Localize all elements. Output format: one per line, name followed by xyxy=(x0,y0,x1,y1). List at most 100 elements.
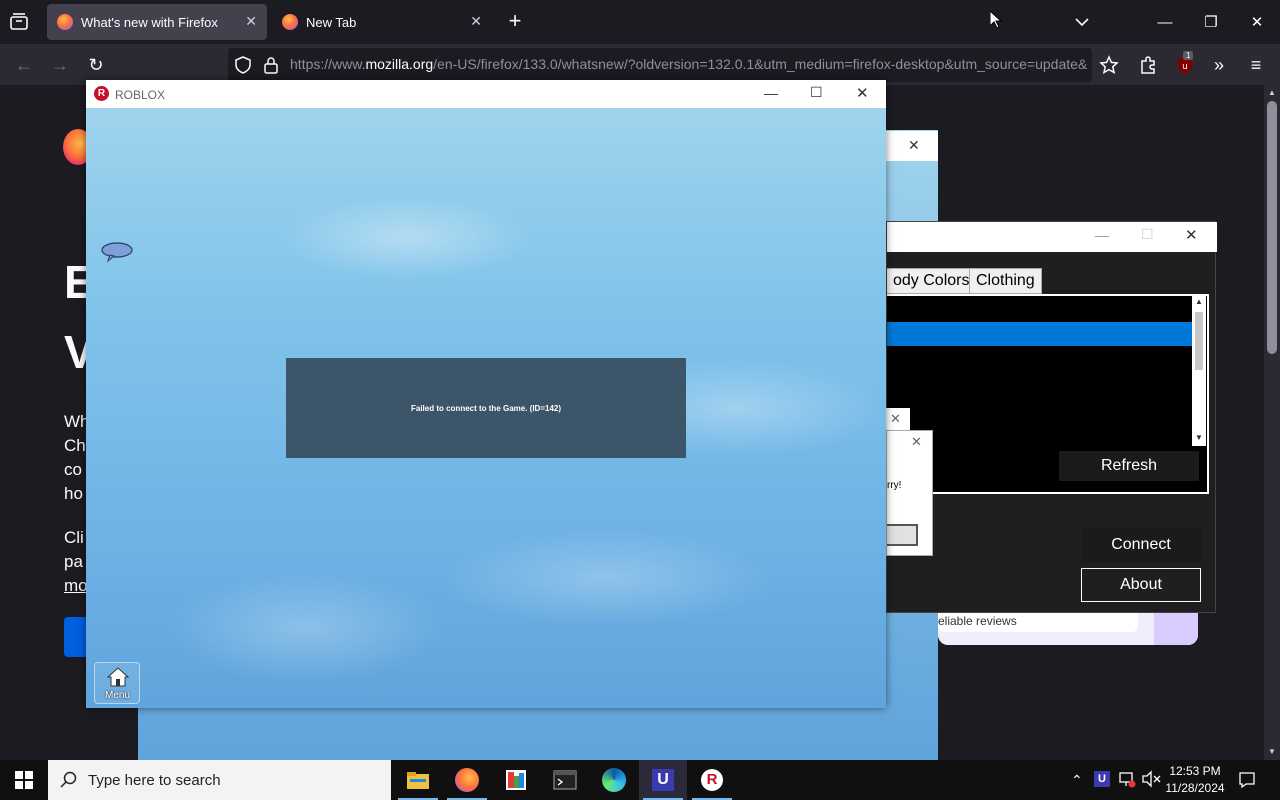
roblox-taskbar-icon[interactable]: R xyxy=(688,760,736,800)
tab-title: What's new with Firefox xyxy=(81,14,218,30)
svg-text:u: u xyxy=(1182,62,1188,72)
minimize-button[interactable]: — xyxy=(1095,227,1109,243)
mouse-cursor-icon xyxy=(989,9,1003,34)
close-tab-icon[interactable]: ✕ xyxy=(470,13,482,30)
list-scrollbar[interactable]: ▲ ▼ xyxy=(1192,296,1206,446)
back-button[interactable]: ← xyxy=(9,50,39,80)
url-path: /en-US/firefox/133.0/whatsnew/?oldversio… xyxy=(433,56,1088,72)
addon-badge: 1 xyxy=(1183,51,1194,60)
about-button[interactable]: About xyxy=(1081,568,1201,602)
show-hidden-icons-icon[interactable]: ⌃ xyxy=(1071,772,1083,789)
tab-whats-new[interactable]: What's new with Firefox ✕ xyxy=(47,4,267,40)
error-message-text: Failed to connect to the Game. (ID=142) xyxy=(410,403,562,413)
window-titlebar: — ☐ ✕ xyxy=(887,222,1217,252)
item-listbox[interactable]: ▲ ▼ Refresh xyxy=(887,294,1209,494)
tray-app-icon[interactable]: U xyxy=(1094,771,1110,787)
restore-button[interactable]: ❐ xyxy=(1188,10,1234,34)
minimize-button[interactable]: — xyxy=(764,85,778,101)
close-button[interactable]: ✕ xyxy=(1185,226,1198,244)
app-u-icon[interactable]: U xyxy=(639,760,687,800)
decorative-purple-shape xyxy=(1154,612,1198,645)
terminal-icon[interactable] xyxy=(541,760,589,800)
connect-button[interactable]: Connect xyxy=(1081,528,1201,562)
firefox-favicon-icon xyxy=(57,14,73,30)
tab-title: New Tab xyxy=(306,14,357,30)
scroll-up-arrow-icon[interactable]: ▲ xyxy=(1195,297,1203,306)
game-viewport[interactable]: Failed to connect to the Game. (ID=142) … xyxy=(86,108,886,708)
file-explorer-icon[interactable] xyxy=(394,760,442,800)
minimize-button[interactable]: — xyxy=(1142,10,1188,34)
scrollbar-thumb[interactable] xyxy=(1267,101,1277,354)
navigation-toolbar: ← → ↻ https://www.mozilla.org/en-US/fire… xyxy=(0,44,1280,85)
message-dialog: ✕ rry! xyxy=(886,430,933,556)
chevron-down-icon[interactable] xyxy=(1070,10,1094,34)
hamburger-menu-icon[interactable]: ≡ xyxy=(1241,50,1271,80)
photos-app-icon[interactable] xyxy=(492,760,540,800)
list-scroll-thumb[interactable] xyxy=(1195,312,1203,370)
error-message-box: Failed to connect to the Game. (ID=142) xyxy=(286,358,686,458)
notifications-icon[interactable] xyxy=(1238,771,1256,794)
start-button[interactable] xyxy=(0,760,48,800)
forward-button[interactable]: → xyxy=(45,50,75,80)
close-tab-icon[interactable]: ✕ xyxy=(245,13,257,30)
close-icon[interactable]: ✕ xyxy=(890,411,901,427)
menu-button[interactable]: Menu xyxy=(94,662,140,704)
window-title: ROBLOX xyxy=(115,88,166,102)
edge-browser-icon[interactable] xyxy=(590,760,638,800)
character-app-window: — ☐ ✕ ody Colors Clothing ▲ ▼ Refresh Co… xyxy=(886,221,1217,613)
dialog-ok-button[interactable] xyxy=(887,524,918,546)
clock-time: 12:53 PM xyxy=(1169,764,1221,778)
tab-bar: What's new with Firefox ✕ New Tab ✕ + — … xyxy=(0,0,1280,44)
page-paragraph-fragment: Cli xyxy=(64,528,84,547)
overflow-chevrons-icon[interactable]: » xyxy=(1204,50,1234,80)
roblox-window: R ROBLOX — ☐ ✕ Failed to connect to the … xyxy=(86,80,886,708)
taskbar-search[interactable]: Type here to search xyxy=(48,760,391,800)
clock-date: 11/28/2024 xyxy=(1165,781,1225,795)
search-icon xyxy=(60,771,77,788)
menu-label: Menu xyxy=(105,690,131,701)
search-placeholder: Type here to search xyxy=(88,772,221,789)
extensions-puzzle-icon[interactable] xyxy=(1138,55,1158,80)
close-icon[interactable]: ✕ xyxy=(911,434,922,450)
firefox-taskbar-icon[interactable] xyxy=(443,760,491,800)
review-text: eliable reviews xyxy=(938,614,1017,628)
new-tab-button[interactable]: + xyxy=(503,10,527,34)
url-prefix: https://www. xyxy=(290,56,366,72)
home-icon xyxy=(107,667,129,687)
page-paragraph-fragment: pa xyxy=(64,552,83,571)
url-text[interactable]: https://www.mozilla.org/en-US/firefox/13… xyxy=(290,56,1090,72)
refresh-button[interactable]: Refresh xyxy=(1059,451,1199,481)
maximize-button[interactable]: ☐ xyxy=(1141,226,1154,243)
list-item-selected[interactable] xyxy=(887,322,1192,346)
page-link-fragment[interactable]: mo xyxy=(64,576,88,596)
background-dialog: ✕ xyxy=(886,131,938,161)
review-card: eliable reviews xyxy=(938,612,1198,645)
tab-clothing[interactable]: Clothing xyxy=(969,268,1042,294)
scroll-up-arrow-icon[interactable]: ▲ xyxy=(1268,88,1276,97)
clock[interactable]: 12:53 PM 11/28/2024 xyxy=(1164,763,1226,797)
shield-icon[interactable] xyxy=(234,56,252,79)
ublock-origin-icon[interactable]: u 1 xyxy=(1175,51,1195,76)
download-button[interactable] xyxy=(64,617,88,657)
scroll-down-arrow-icon[interactable]: ▼ xyxy=(1195,433,1203,442)
scroll-down-arrow-icon[interactable]: ▼ xyxy=(1268,747,1276,756)
roblox-titlebar: R ROBLOX — ☐ ✕ xyxy=(86,80,886,108)
roblox-logo-icon: R xyxy=(94,86,109,101)
close-icon[interactable]: ✕ xyxy=(908,137,920,154)
network-icon[interactable] xyxy=(1118,770,1136,793)
close-button[interactable]: ✕ xyxy=(856,84,869,102)
close-window-button[interactable]: ✕ xyxy=(1234,10,1280,34)
tab-list-icon[interactable] xyxy=(8,12,30,32)
lock-icon[interactable] xyxy=(263,56,279,79)
tab-body-colors[interactable]: ody Colors xyxy=(887,268,977,294)
url-bar[interactable]: https://www.mozilla.org/en-US/firefox/13… xyxy=(228,48,1092,82)
page-paragraph-fragment: Ch xyxy=(64,436,86,455)
bookmark-star-icon[interactable] xyxy=(1099,55,1119,80)
chat-bubble-icon[interactable] xyxy=(100,241,134,268)
small-dialog-back: ✕ xyxy=(886,408,910,430)
maximize-button[interactable]: ☐ xyxy=(810,84,823,101)
reload-button[interactable]: ↻ xyxy=(81,50,111,80)
volume-muted-icon[interactable] xyxy=(1141,770,1161,793)
windows-logo-icon xyxy=(15,771,33,789)
tab-new-tab[interactable]: New Tab ✕ xyxy=(272,4,492,40)
